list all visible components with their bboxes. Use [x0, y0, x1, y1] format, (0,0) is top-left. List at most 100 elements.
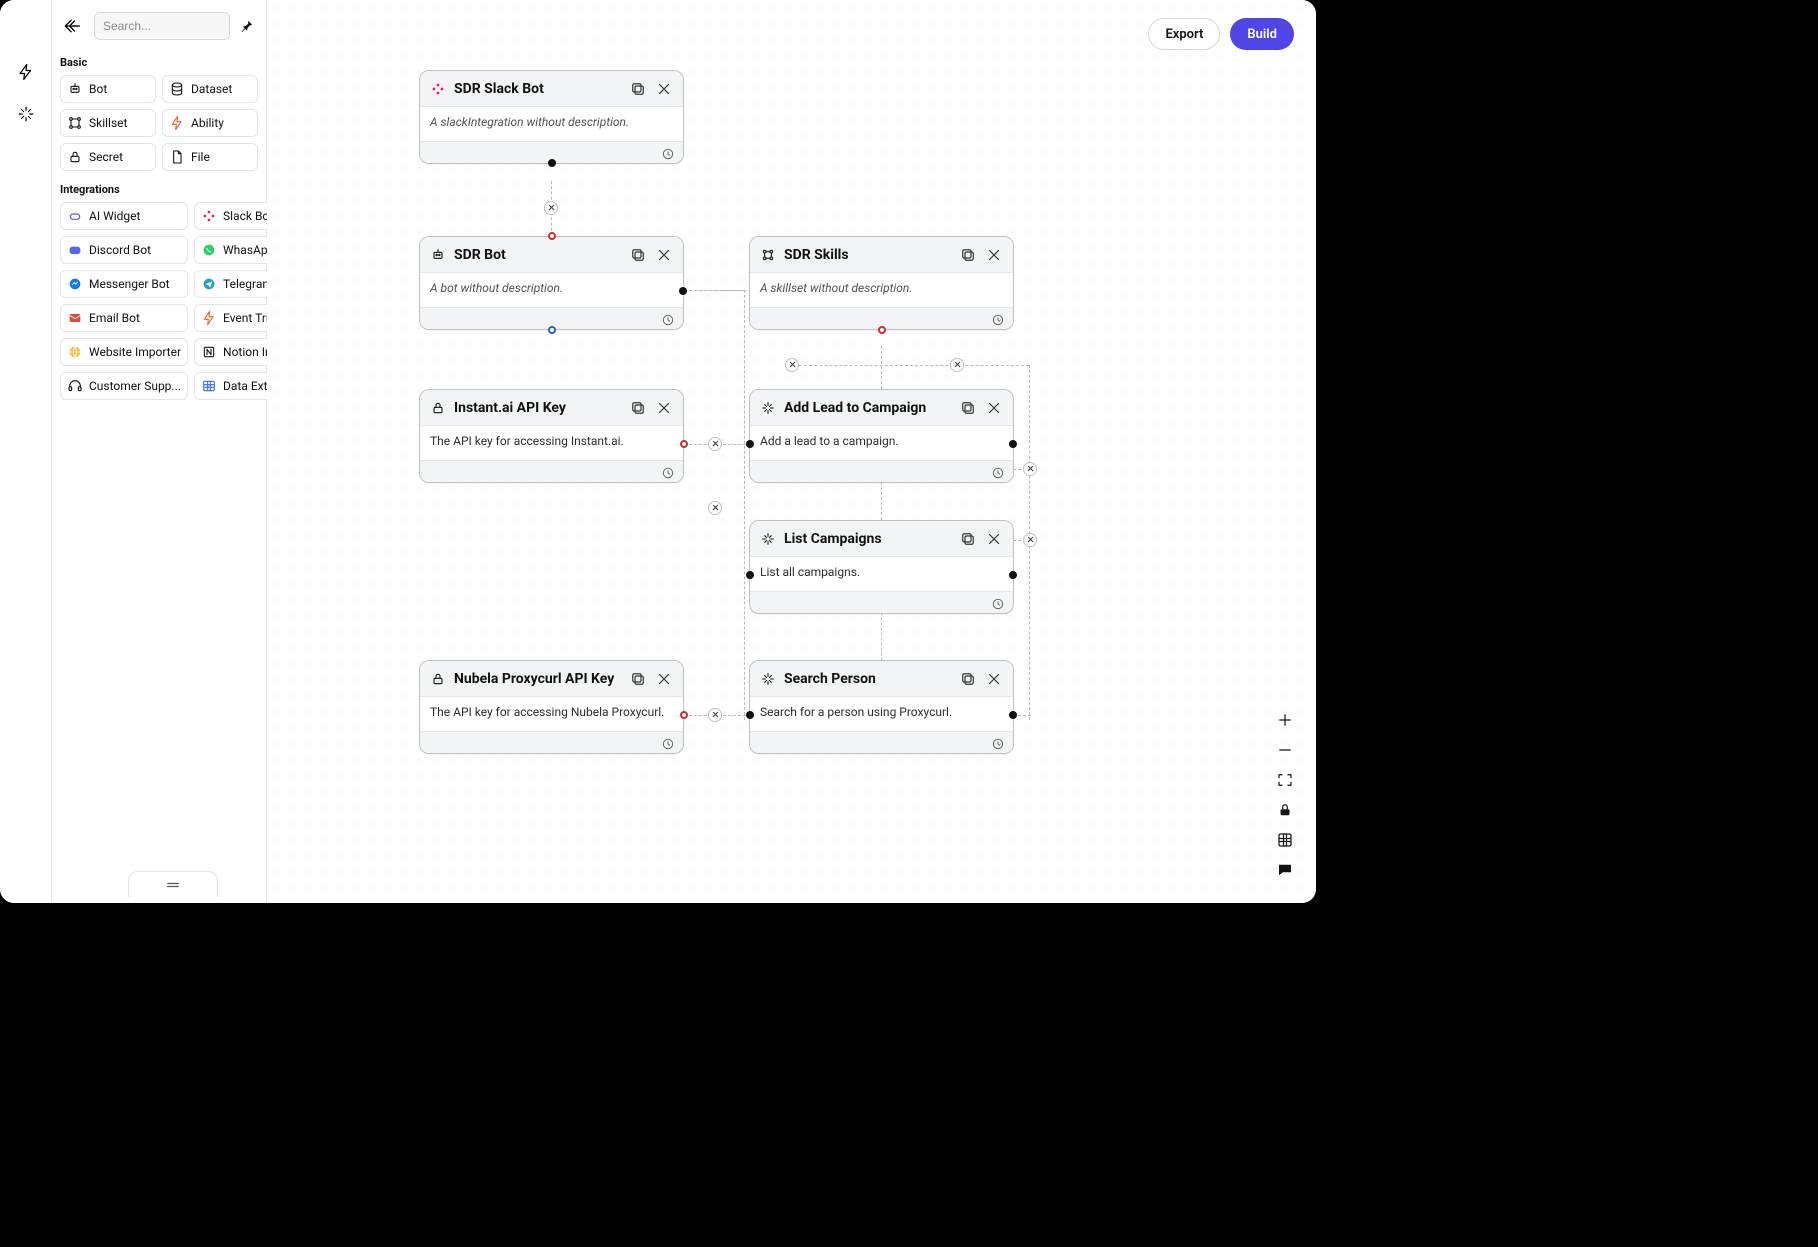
node-instant-api-key[interactable]: Instant.ai API Key The API key for acces… — [419, 389, 684, 483]
clock-icon — [991, 596, 1005, 610]
edge-delete[interactable] — [1023, 533, 1037, 547]
duplicate-icon[interactable] — [629, 80, 647, 98]
robot-icon — [67, 81, 83, 97]
bolt-icon — [169, 115, 185, 131]
close-icon[interactable] — [985, 670, 1003, 688]
palette-item-ability[interactable]: Ability — [162, 109, 258, 137]
table-icon — [201, 378, 217, 394]
build-button[interactable]: Build — [1230, 18, 1294, 50]
palette-item-label: AI Widget — [89, 209, 140, 223]
duplicate-icon[interactable] — [629, 670, 647, 688]
palette-item-label: Skillset — [89, 116, 127, 130]
lock-icon — [430, 400, 446, 416]
rail-sparkle-icon[interactable] — [10, 98, 42, 130]
search-input[interactable] — [94, 12, 230, 40]
edge-delete[interactable] — [544, 201, 558, 215]
node-desc: The API key for accessing Instant.ai. — [420, 426, 683, 460]
rail-bolt-icon[interactable] — [10, 56, 42, 88]
node-sdr-bot[interactable]: SDR Bot A bot without description. — [419, 236, 684, 330]
palette-item-label: Dataset — [191, 82, 232, 96]
node-desc: A skillset without description. — [750, 273, 1013, 307]
node-title: SDR Bot — [454, 247, 621, 263]
duplicate-icon[interactable] — [959, 530, 977, 548]
node-sdr-skills[interactable]: SDR Skills A skillset without descriptio… — [749, 236, 1014, 330]
duplicate-icon[interactable] — [629, 399, 647, 417]
slack-icon — [430, 81, 446, 97]
close-icon[interactable] — [655, 246, 673, 264]
palette-item-discord-bot[interactable]: Discord Bot — [60, 236, 188, 264]
duplicate-icon[interactable] — [959, 246, 977, 264]
node-add-lead[interactable]: Add Lead to Campaign Add a lead to a cam… — [749, 389, 1014, 483]
sparkle-icon — [760, 671, 776, 687]
palette-item-messenger-bot[interactable]: Messenger Bot — [60, 270, 188, 298]
canvas[interactable]: Export Build — [267, 0, 1316, 903]
node-search-person[interactable]: Search Person Search for a person using … — [749, 660, 1014, 754]
node-title: Add Lead to Campaign — [784, 400, 951, 416]
edge-delete[interactable] — [708, 501, 722, 515]
palette-item-label: Messenger Bot — [89, 277, 170, 291]
bolt-icon — [201, 310, 217, 326]
palette-item-website-importer[interactable]: Website Importer — [60, 338, 188, 366]
file-icon — [169, 149, 185, 165]
notion-icon — [201, 344, 217, 360]
chat-icon[interactable] — [1276, 861, 1294, 879]
lock-tool-icon[interactable] — [1276, 801, 1294, 819]
fit-icon[interactable] — [1276, 771, 1294, 789]
close-icon[interactable] — [655, 80, 673, 98]
edge-delete[interactable] — [708, 437, 722, 451]
edge-delete[interactable] — [950, 358, 964, 372]
messenger-icon — [67, 276, 83, 292]
zoom-out-icon[interactable] — [1276, 741, 1294, 759]
edge-delete[interactable] — [785, 358, 799, 372]
zoom-in-icon[interactable] — [1276, 711, 1294, 729]
export-button[interactable]: Export — [1148, 18, 1220, 50]
mail-icon — [67, 310, 83, 326]
back-button[interactable] — [58, 12, 86, 40]
node-desc: A slackIntegration without description. — [420, 107, 683, 141]
duplicate-icon[interactable] — [959, 399, 977, 417]
lock-icon — [430, 671, 446, 687]
pin-icon[interactable] — [238, 17, 256, 35]
node-title: Search Person — [784, 671, 951, 687]
node-desc: Search for a person using Proxycurl. — [750, 697, 1013, 731]
slack-icon — [201, 208, 217, 224]
close-icon[interactable] — [985, 530, 1003, 548]
clock-icon — [991, 736, 1005, 750]
telegram-icon — [201, 276, 217, 292]
edge-delete[interactable] — [1023, 462, 1037, 476]
node-list-campaigns[interactable]: List Campaigns List all campaigns. — [749, 520, 1014, 614]
category-basic-label: Basic — [52, 50, 266, 75]
grid-icon[interactable] — [1276, 831, 1294, 849]
widget-icon — [67, 208, 83, 224]
close-icon[interactable] — [655, 399, 673, 417]
palette-item-bot[interactable]: Bot — [60, 75, 156, 103]
node-title: SDR Skills — [784, 247, 951, 263]
palette-item-email-bot[interactable]: Email Bot — [60, 304, 188, 332]
close-icon[interactable] — [985, 246, 1003, 264]
robot-icon — [430, 247, 446, 263]
duplicate-icon[interactable] — [959, 670, 977, 688]
palette-item-dataset[interactable]: Dataset — [162, 75, 258, 103]
sparkle-icon — [760, 531, 776, 547]
whatsapp-icon — [201, 242, 217, 258]
globe-icon — [67, 344, 83, 360]
clock-icon — [991, 465, 1005, 479]
edge-delete[interactable] — [708, 708, 722, 722]
palette-item-label: Secret — [89, 150, 123, 164]
db-icon — [169, 81, 185, 97]
palette-item-customer-supp-[interactable]: Customer Supp... — [60, 372, 188, 400]
palette-item-skillset[interactable]: Skillset — [60, 109, 156, 137]
panel-handle[interactable] — [128, 871, 218, 897]
node-nubela-key[interactable]: Nubela Proxycurl API Key The API key for… — [419, 660, 684, 754]
clock-icon — [661, 736, 675, 750]
duplicate-icon[interactable] — [629, 246, 647, 264]
close-icon[interactable] — [655, 670, 673, 688]
close-icon[interactable] — [985, 399, 1003, 417]
component-panel: Basic Bot Dataset Skillset Ability Secret Fil… — [52, 0, 267, 903]
palette-item-file[interactable]: File — [162, 143, 258, 171]
graph-icon — [67, 115, 83, 131]
palette-item-secret[interactable]: Secret — [60, 143, 156, 171]
palette-item-label: Discord Bot — [89, 243, 151, 257]
node-sdr-slack-bot[interactable]: SDR Slack Bot A slackIntegration without… — [419, 70, 684, 164]
palette-item-ai-widget[interactable]: AI Widget — [60, 202, 188, 230]
